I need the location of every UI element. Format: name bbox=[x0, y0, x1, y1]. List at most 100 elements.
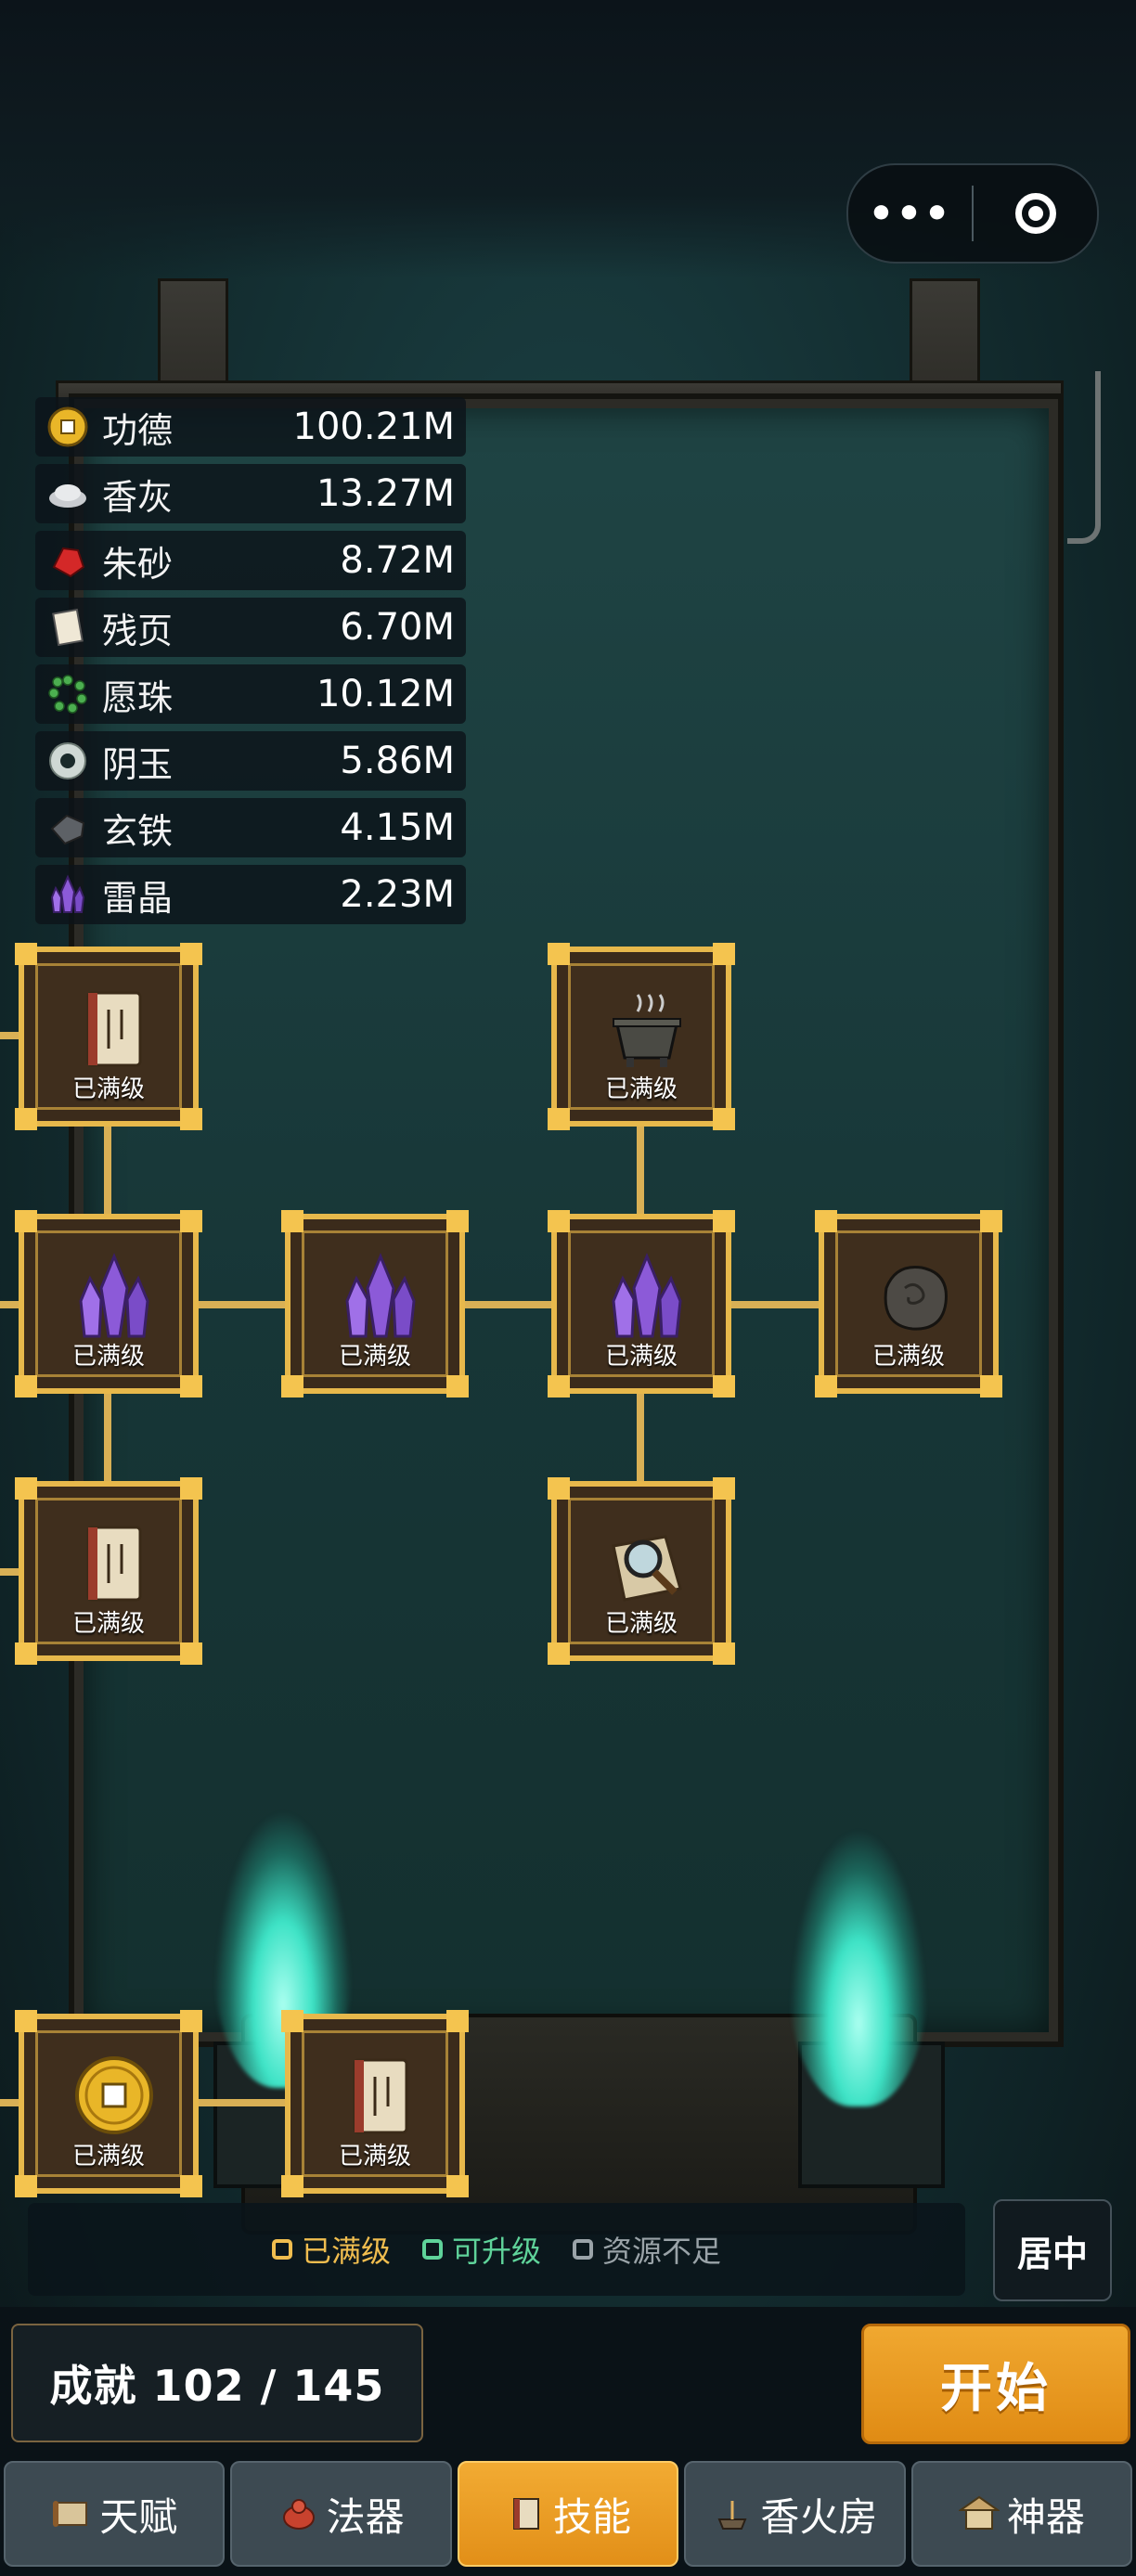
connector bbox=[0, 2099, 20, 2106]
legend-label: 可升级 bbox=[451, 2234, 541, 2269]
resource-row: 香灰 13.27M bbox=[35, 464, 466, 523]
resource-name: 玄铁 bbox=[102, 810, 174, 852]
skill-node[interactable]: 已满级 bbox=[15, 1477, 202, 1665]
connector bbox=[0, 1301, 20, 1308]
resource-row: 功德 100.21M bbox=[35, 397, 466, 457]
legend-insufficient: 资源不足 bbox=[573, 2228, 721, 2271]
resource-row: 玄铁 4.15M bbox=[35, 798, 466, 857]
crystal-icon bbox=[345, 1253, 416, 1338]
skill-node[interactable]: 已满级 bbox=[548, 943, 735, 1130]
resource-value: 6.70M bbox=[340, 606, 455, 649]
connector bbox=[637, 1114, 644, 1217]
node-status-label: 已满级 bbox=[604, 1343, 678, 1371]
resource-row: 阴玉 5.86M bbox=[35, 731, 466, 791]
legend-upgradable: 可升级 bbox=[421, 2228, 541, 2271]
skill-node[interactable]: 已满级 bbox=[15, 2010, 202, 2197]
tab-label: 神器 bbox=[1006, 2493, 1085, 2540]
connector bbox=[195, 2099, 288, 2106]
resource-name: 朱砂 bbox=[102, 543, 174, 585]
connector bbox=[729, 1301, 822, 1308]
legend-swatch bbox=[573, 2239, 593, 2260]
node-status-label: 已满级 bbox=[71, 1075, 145, 1103]
connector bbox=[104, 1392, 111, 1485]
node-status-label: 已满级 bbox=[338, 2143, 411, 2170]
legend-label: 已满级 bbox=[301, 2234, 391, 2269]
crystal-icon bbox=[612, 1253, 682, 1338]
cinnabar-icon bbox=[45, 537, 91, 584]
skill-node[interactable]: 已满级 bbox=[281, 1210, 469, 1397]
beads-icon bbox=[45, 671, 91, 717]
book-icon bbox=[86, 1526, 142, 1602]
green-flame-right bbox=[789, 1828, 928, 2106]
record-icon bbox=[1014, 193, 1056, 234]
resource-value: 10.12M bbox=[316, 673, 455, 715]
resource-name: 功德 bbox=[102, 409, 174, 451]
legend-swatch bbox=[421, 2239, 443, 2260]
iron-icon bbox=[45, 805, 91, 851]
node-status-label: 已满级 bbox=[871, 1343, 945, 1371]
legend-label: 资源不足 bbox=[602, 2234, 722, 2269]
tab-incense-room[interactable]: 香火房 bbox=[684, 2461, 906, 2567]
legend-bar: 已满级 可升级 资源不足 bbox=[28, 2203, 965, 2296]
skill-node[interactable]: 已满级 bbox=[281, 2010, 469, 2197]
resource-name: 雷晶 bbox=[102, 877, 174, 919]
center-button[interactable]: 居中 bbox=[993, 2199, 1112, 2301]
book-icon bbox=[86, 991, 142, 1067]
incense-icon bbox=[712, 2493, 753, 2534]
connector bbox=[462, 1301, 555, 1308]
jade-ring-icon bbox=[45, 738, 91, 784]
magnifier-icon bbox=[612, 1535, 682, 1602]
skill-node[interactable]: 已满级 bbox=[548, 1210, 735, 1397]
more-menu-button[interactable]: ••• bbox=[848, 165, 972, 262]
achievement-counter[interactable]: 成就 102 / 145 bbox=[11, 2324, 423, 2442]
bottom-tab-bar: 天赋 法器 技能 香火房 神器 bbox=[0, 2461, 1136, 2576]
skill-book-icon bbox=[505, 2493, 546, 2534]
tab-skills[interactable]: 技能 bbox=[457, 2461, 679, 2567]
connector bbox=[0, 1032, 20, 1039]
resource-name: 愿珠 bbox=[102, 676, 174, 718]
skill-node[interactable]: 已满级 bbox=[548, 1477, 735, 1665]
tab-talent[interactable]: 天赋 bbox=[4, 2461, 226, 2567]
connector bbox=[195, 1301, 288, 1308]
resource-name: 香灰 bbox=[102, 476, 174, 518]
resource-row: 愿珠 10.12M bbox=[35, 664, 466, 724]
hanging-hook bbox=[1067, 371, 1101, 544]
connector bbox=[0, 1568, 20, 1576]
tab-label: 法器 bbox=[326, 2493, 405, 2540]
node-status-label: 已满级 bbox=[71, 1343, 145, 1371]
tab-label: 天赋 bbox=[99, 2493, 178, 2540]
start-button[interactable]: 开始 bbox=[861, 2324, 1130, 2444]
resource-name: 残页 bbox=[102, 610, 174, 651]
node-status-label: 已满级 bbox=[338, 1343, 411, 1371]
resource-name: 阴玉 bbox=[102, 743, 174, 785]
resource-panel: 功德 100.21M 香灰 13.27M 朱砂 8.72M 残页 6.70M 愿… bbox=[35, 397, 466, 932]
scroll-icon bbox=[51, 2493, 92, 2534]
close-button[interactable] bbox=[974, 165, 1097, 262]
resource-value: 5.86M bbox=[340, 740, 455, 782]
ore-icon bbox=[884, 1265, 948, 1331]
resource-row: 残页 6.70M bbox=[35, 598, 466, 657]
ash-icon bbox=[45, 470, 91, 517]
legend-swatch bbox=[271, 2239, 292, 2260]
resource-row: 朱砂 8.72M bbox=[35, 531, 466, 590]
shrine-icon bbox=[958, 2493, 1000, 2534]
gourd-icon bbox=[278, 2493, 319, 2534]
skill-node[interactable]: 已满级 bbox=[815, 1210, 1002, 1397]
tab-label: 香火房 bbox=[760, 2493, 878, 2540]
tab-artifact[interactable]: 法器 bbox=[230, 2461, 452, 2567]
tab-divine-artifact[interactable]: 神器 bbox=[910, 2461, 1133, 2567]
skill-node[interactable]: 已满级 bbox=[15, 943, 202, 1130]
coin-icon bbox=[75, 2056, 153, 2134]
resource-value: 13.27M bbox=[316, 472, 455, 515]
skill-node[interactable]: 已满级 bbox=[15, 1210, 202, 1397]
node-status-label: 已满级 bbox=[71, 2143, 145, 2170]
resource-value: 100.21M bbox=[292, 406, 455, 448]
legend-maxed: 已满级 bbox=[271, 2228, 391, 2271]
crystal-icon bbox=[79, 1253, 149, 1338]
page-icon bbox=[45, 604, 91, 650]
resource-value: 2.23M bbox=[340, 873, 455, 916]
resource-row: 雷晶 2.23M bbox=[35, 865, 466, 924]
resource-value: 4.15M bbox=[340, 806, 455, 849]
resource-value: 8.72M bbox=[340, 539, 455, 582]
node-status-label: 已满级 bbox=[604, 1610, 678, 1638]
